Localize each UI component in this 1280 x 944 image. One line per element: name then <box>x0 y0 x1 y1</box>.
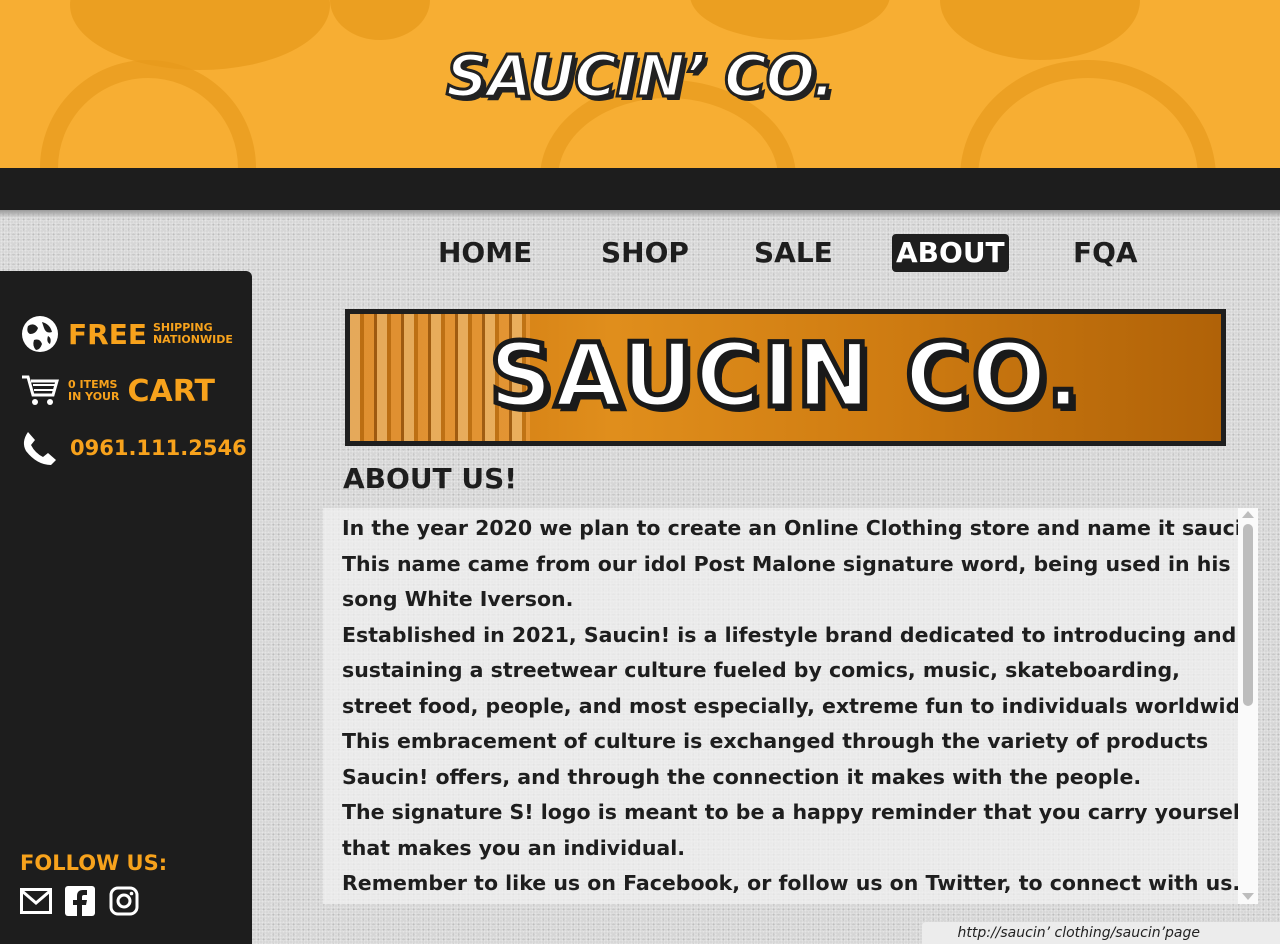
facebook-icon[interactable] <box>64 885 96 917</box>
cart-line2: IN YOUR <box>68 390 120 403</box>
follow-us-label: FOLLOW US: <box>20 851 168 875</box>
sidebar: FREE SHIPPING NATIONWIDE 0 ITEMS IN YOUR… <box>0 271 252 944</box>
header-banner: SAUCIN’ CO. <box>0 0 1280 168</box>
about-heading: ABOUT US! <box>343 462 518 495</box>
phone-info: 0961.111.2546 <box>20 426 247 470</box>
nav-sale[interactable]: SALE <box>750 234 837 272</box>
status-bar-url: http://saucin’ clothing/saucin’page <box>922 922 1280 944</box>
about-line: song White Iverson. <box>342 587 574 611</box>
about-line: This embracement of culture is exchanged… <box>342 729 1209 753</box>
cart-label: CART <box>127 373 215 409</box>
free-label: FREE <box>68 317 147 351</box>
about-line: Remember to like us on Facebook, or foll… <box>342 871 1241 895</box>
nav-fqa[interactable]: FQA <box>1069 234 1142 272</box>
site-logo[interactable]: SAUCIN’ CO. <box>0 41 1280 112</box>
about-line: In the year 2020 we plan to create an On… <box>342 516 1258 540</box>
textbox-scrollbar[interactable] <box>1238 508 1258 904</box>
about-line: The signature S! logo is meant to be a h… <box>342 800 1249 824</box>
instagram-icon[interactable] <box>108 885 140 917</box>
about-line: sustaining a streetwear culture fueled b… <box>342 658 1180 682</box>
cart-icon <box>22 375 59 405</box>
scroll-up-arrow[interactable] <box>1242 511 1254 518</box>
header-decoration <box>330 0 430 40</box>
shipping-line2: NATIONWIDE <box>152 333 233 346</box>
nav-home[interactable]: HOME <box>434 234 536 272</box>
header-shadow <box>0 210 1280 218</box>
free-shipping-info: FREE SHIPPING NATIONWIDE <box>20 312 233 356</box>
phone-number[interactable]: 0961.111.2546 <box>70 436 247 460</box>
scroll-thumb[interactable] <box>1243 524 1253 706</box>
about-line: This name came from our idol Post Malone… <box>342 551 1231 576</box>
store-banner: SAUCIN CO. <box>345 309 1226 446</box>
about-line: street food, people, and most especially… <box>342 693 1258 718</box>
header-bar <box>0 168 1280 210</box>
social-links <box>20 885 140 917</box>
main-nav: HOME SHOP SALE ABOUT FQA <box>0 234 1280 274</box>
about-textbox[interactable]: In the year 2020 we plan to create an On… <box>323 508 1258 904</box>
banner-title: SAUCIN CO. <box>487 322 1083 430</box>
nav-about[interactable]: ABOUT <box>892 234 1009 272</box>
mail-icon[interactable] <box>20 885 52 917</box>
shipping-subtext: SHIPPING NATIONWIDE <box>153 322 233 346</box>
about-text: In the year 2020 we plan to create an On… <box>342 511 1258 902</box>
globe-icon <box>22 316 58 352</box>
phone-icon <box>23 432 57 465</box>
header-decoration <box>690 0 890 40</box>
about-line: that makes you an individual. <box>342 835 686 860</box>
about-line: Established in 2021, Saucin! is a lifest… <box>342 622 1237 647</box>
about-line: Saucin! offers, and through the connecti… <box>342 764 1142 789</box>
cart-count: 0 ITEMS IN YOUR <box>68 379 119 403</box>
scroll-down-arrow[interactable] <box>1242 893 1254 900</box>
cart-link[interactable]: 0 ITEMS IN YOUR CART <box>20 369 215 413</box>
nav-shop[interactable]: SHOP <box>597 234 693 272</box>
